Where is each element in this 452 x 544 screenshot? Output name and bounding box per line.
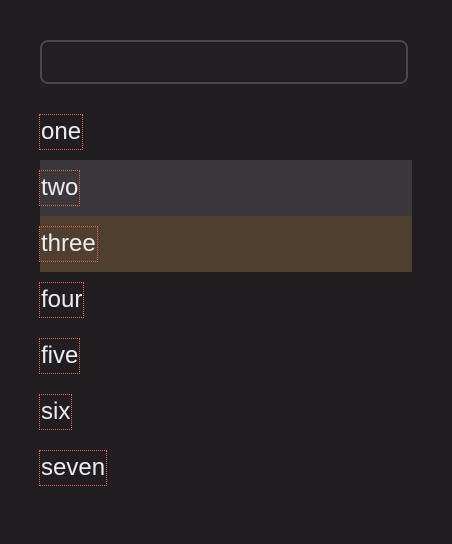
list-item-seven[interactable]: seven xyxy=(38,440,412,496)
list-item-label: one xyxy=(38,114,84,150)
list-item-two[interactable]: two xyxy=(38,160,412,216)
list-item-four[interactable]: four xyxy=(38,272,412,328)
list-item-label: two xyxy=(38,170,81,206)
list-item-label: seven xyxy=(38,450,108,486)
list-item-six[interactable]: six xyxy=(38,384,412,440)
list-item-label: five xyxy=(38,338,81,374)
list-item-label: six xyxy=(38,394,73,430)
search-input[interactable] xyxy=(40,40,408,84)
list-item-one[interactable]: one xyxy=(38,104,412,160)
option-list: one two three four five six seven xyxy=(38,104,412,496)
list-item-label: three xyxy=(39,226,98,262)
list-item-three[interactable]: three xyxy=(39,216,412,272)
list-item-five[interactable]: five xyxy=(38,328,412,384)
list-item-label: four xyxy=(38,282,85,318)
